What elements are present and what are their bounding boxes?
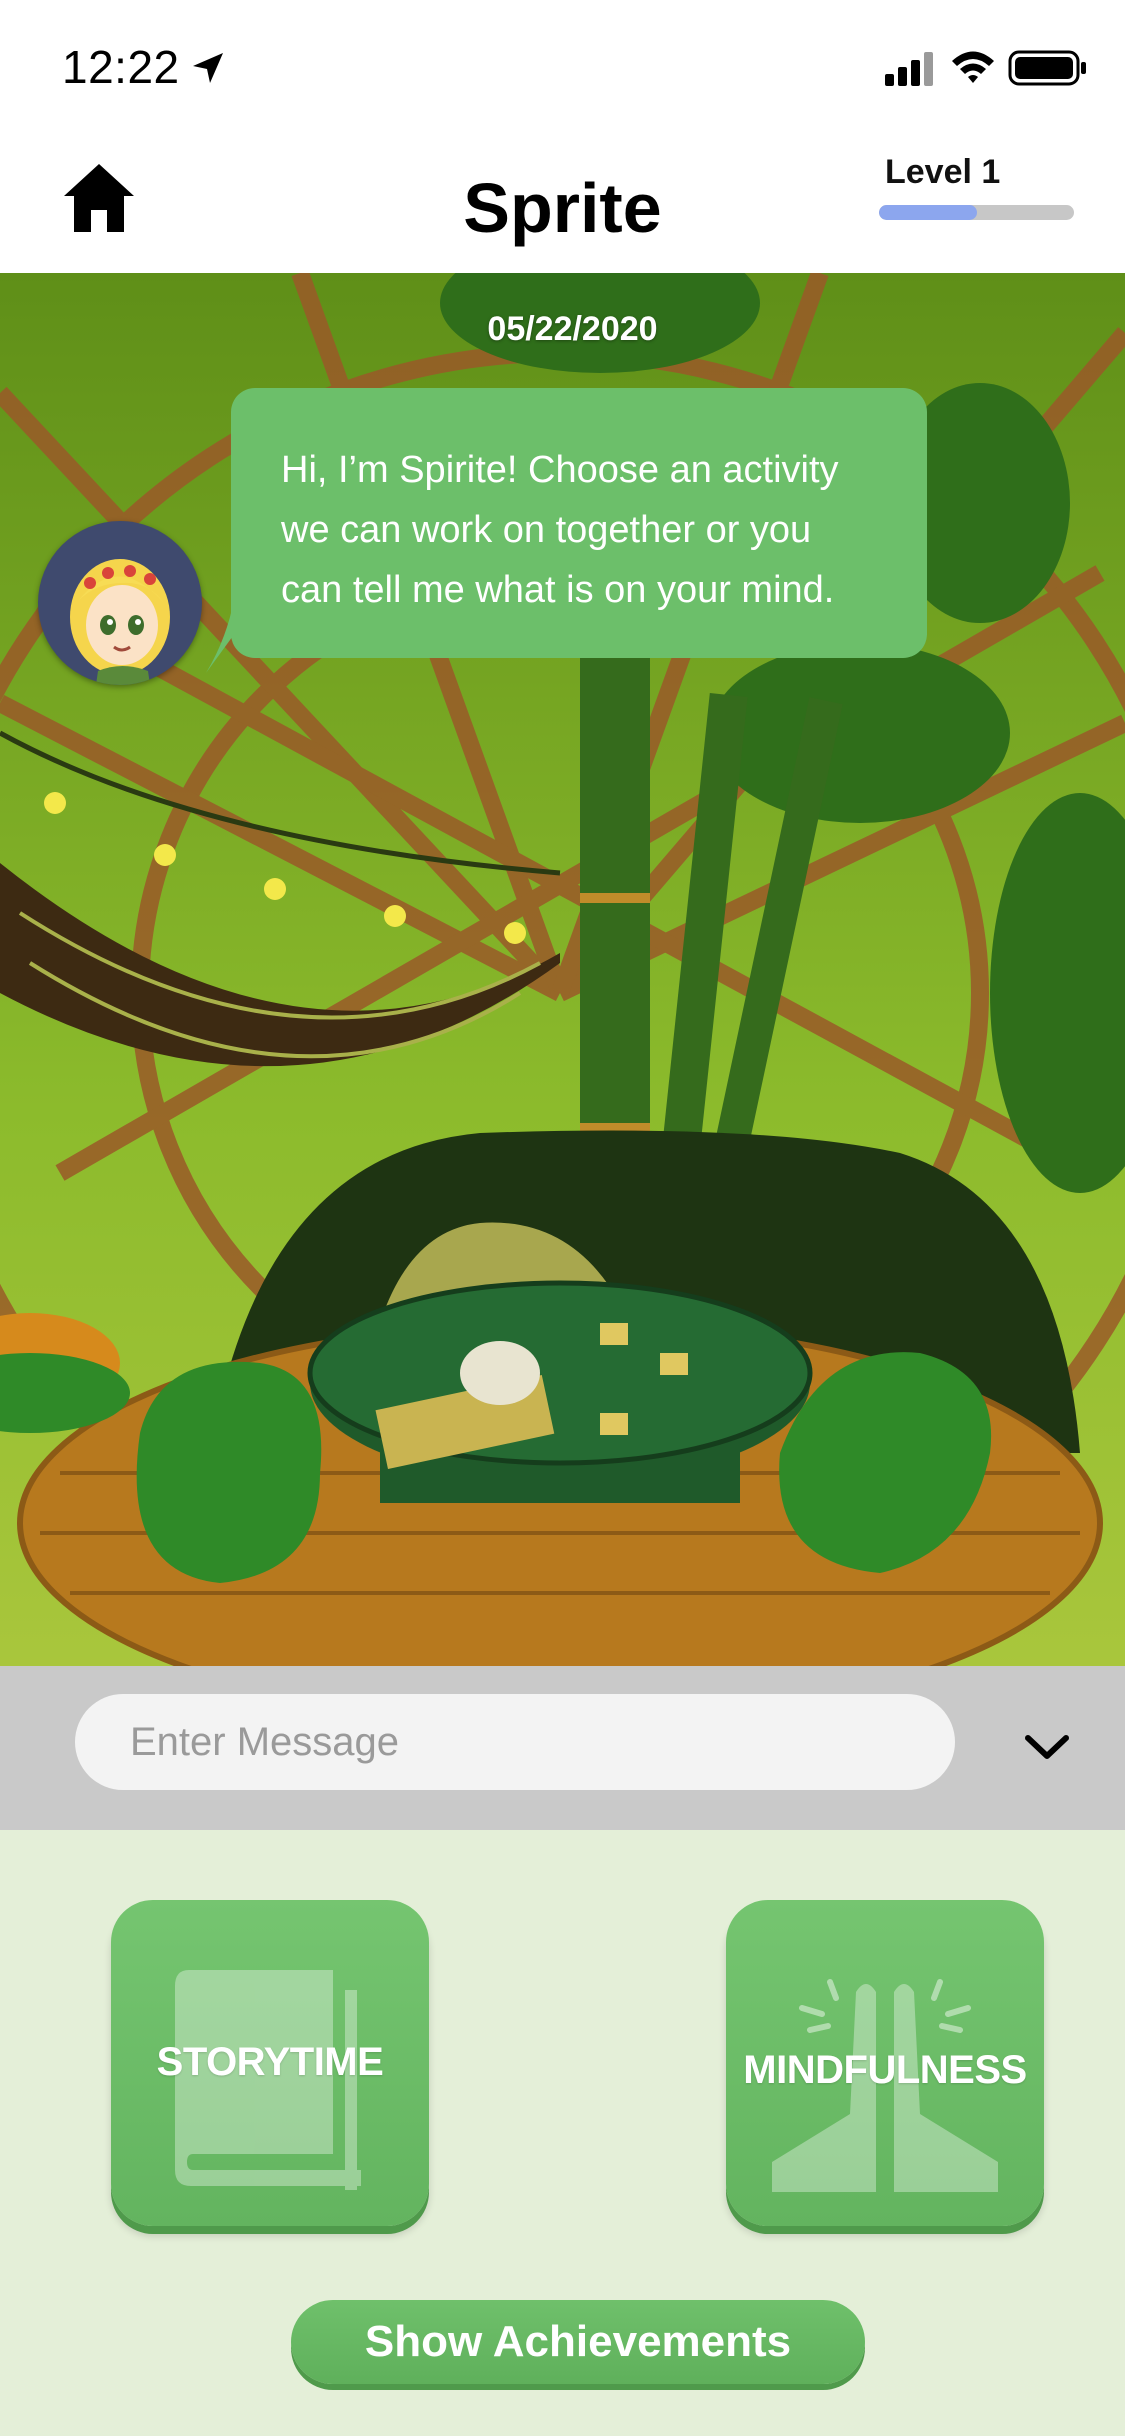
bubble-line-1: Hi, I’m Spirite! Choose an activity [281,449,839,491]
activity-panel: STORYTIME MINDFULNESS Show Achievements [0,1830,1125,2436]
level-progress-bar [879,205,1074,220]
app-header: Sprite Level 1 [0,135,1125,273]
sprite-character-icon [70,559,170,685]
cellular-signal-icon [885,52,933,86]
level-progress-fill [879,205,977,220]
show-achievements-button[interactable]: Show Achievements [291,2300,865,2384]
storytime-button[interactable]: STORYTIME [111,1900,429,2226]
location-arrow-icon [193,53,223,83]
chat-date: 05/22/2020 [487,310,658,348]
chevron-down-icon[interactable] [1022,1722,1072,1772]
status-time: 12:22 [62,41,180,93]
sprite-screen: 12:22 Sprite Level 1 05/22/2020 Hi, I’m … [0,0,1125,2436]
mindfulness-button[interactable]: MINDFULNESS [726,1900,1044,2226]
status-bar: 12:22 [0,0,1125,135]
message-bar [0,1666,1125,1830]
level-label: Level 1 [885,153,1001,191]
sprite-speech-bubble: Hi, I’m Spirite! Choose an activity we c… [231,388,927,658]
chat-scene: 05/22/2020 Hi, I’m Spirite! Choose an ac… [0,273,1125,1666]
bubble-line-2: we can work on together or you [281,509,812,551]
wifi-icon [952,51,994,83]
mindfulness-label: MINDFULNESS [743,2048,1027,2092]
message-input[interactable] [75,1694,955,1790]
battery-icon [1008,50,1086,86]
sprite-avatar [38,521,202,685]
storytime-label: STORYTIME [156,2040,384,2084]
bubble-line-3: can tell me what is on your mind. [281,569,835,611]
